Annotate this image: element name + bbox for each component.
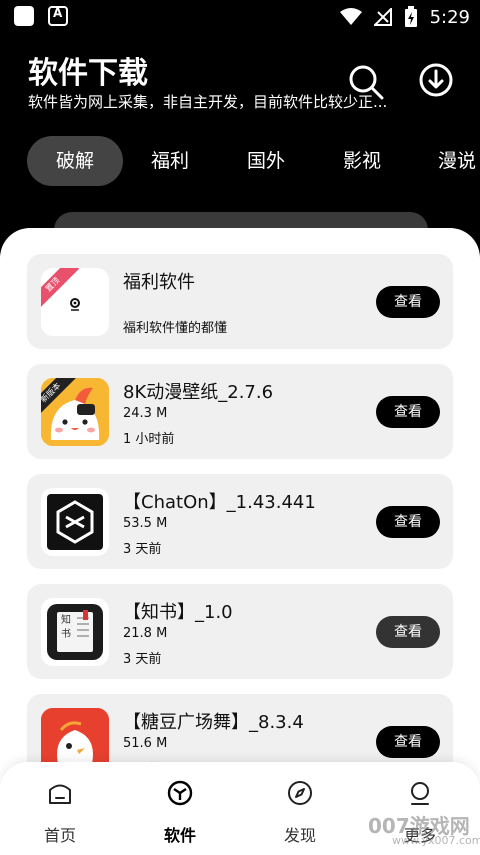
app-icon: 知书 (41, 598, 109, 666)
cube-icon (167, 780, 193, 806)
app-name: 8K动漫壁纸_2.7.6 (123, 382, 274, 403)
tab-foreign[interactable]: 国外 (224, 136, 308, 186)
view-button[interactable]: 查看 (376, 286, 440, 318)
home-icon (49, 784, 71, 804)
profile-icon (411, 782, 429, 805)
app-list: 置顶 福利软件 福利软件懂的都懂 查看 新版本 8K动漫壁纸_2.7.6 24.… (0, 228, 480, 855)
app-card[interactable]: 知书 【知书】_1.0 21.8 M 3 天前 查看 (27, 584, 453, 679)
search-button[interactable] (346, 62, 386, 102)
status-bar: 5:29 (0, 0, 480, 34)
app-size: 53.5 M (123, 516, 168, 531)
app-icon: 置顶 (41, 268, 109, 336)
tab-video[interactable]: 影视 (320, 136, 404, 186)
nav-software-label: 软件 (163, 826, 196, 845)
app-description: 福利软件懂的都懂 (123, 321, 228, 336)
view-button[interactable]: 查看 (376, 506, 440, 538)
nav-home[interactable]: 首页 (0, 762, 120, 855)
wifi-icon (339, 8, 362, 25)
page-title: 软件下载 (28, 56, 148, 91)
view-button[interactable]: 查看 (376, 396, 440, 428)
search-icon (349, 65, 384, 100)
signal-icon (373, 8, 392, 26)
app-size: 51.6 M (123, 736, 168, 751)
view-button[interactable]: 查看 (376, 726, 440, 758)
tab-welfare[interactable]: 福利 (128, 136, 212, 186)
app-card[interactable]: 置顶 福利软件 福利软件懂的都懂 查看 (27, 254, 453, 349)
app-card[interactable]: 【ChatOn】_1.43.441 53.5 M 3 天前 查看 (27, 474, 453, 569)
app-logo-icon (70, 298, 80, 311)
nav-discover[interactable]: 发现 (240, 762, 360, 855)
view-button[interactable]: 查看 (376, 616, 440, 648)
status-indicators: 5:29 (339, 4, 470, 30)
compass-icon (288, 781, 312, 805)
app-name: 【糖豆广场舞】_8.3.4 (123, 712, 304, 733)
nav-software[interactable]: 软件 (120, 762, 240, 855)
nav-discover-label: 发现 (283, 826, 316, 845)
app-name: 【知书】_1.0 (123, 602, 233, 623)
download-icon (419, 63, 453, 97)
app-icon (41, 488, 109, 556)
notification-icon (14, 6, 34, 26)
battery-icon (404, 6, 417, 27)
app-size: 24.3 M (123, 406, 168, 421)
app-time: 1 小时前 (123, 432, 175, 447)
app-time: 3 天前 (123, 542, 162, 557)
book-icon-text: 知书 (61, 615, 71, 640)
app-name: 福利软件 (123, 272, 195, 293)
app-card[interactable]: 新版本 8K动漫壁纸_2.7.6 24.3 M 1 小时前 查看 (27, 364, 453, 459)
tab-comics[interactable]: 漫说 (422, 136, 480, 186)
app-name: 【ChatOn】_1.43.441 (123, 492, 316, 513)
watermark-url: www.yx007.com (392, 834, 480, 847)
app-icon: 新版本 (41, 378, 109, 446)
app-time: 3 天前 (123, 652, 162, 667)
nav-home-label: 首页 (43, 826, 76, 845)
chaton-icon (47, 494, 103, 550)
book-icon (47, 604, 103, 660)
clock: 5:29 (429, 6, 470, 28)
category-tabs: 破解 福利 国外 影视 漫说 (0, 136, 480, 186)
app-size: 21.8 M (123, 626, 168, 641)
download-button[interactable] (416, 60, 456, 100)
tab-crack[interactable]: 破解 (27, 136, 123, 186)
app-notification-icon (48, 6, 68, 26)
